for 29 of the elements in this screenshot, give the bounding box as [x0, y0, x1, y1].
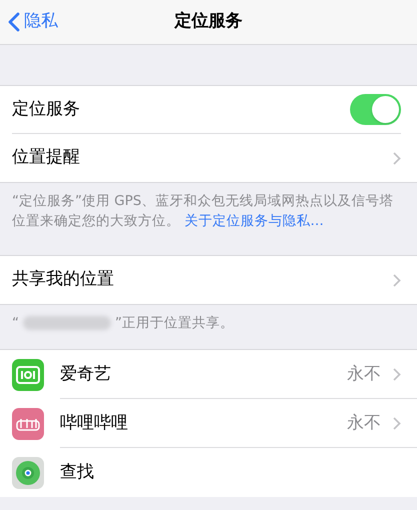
permission-value: 永不 — [347, 362, 381, 386]
toggle-switch[interactable] — [350, 94, 401, 125]
settings-row[interactable]: 定位服务 — [0, 86, 417, 134]
app-name: 查找 — [60, 461, 95, 484]
row-label: 共享我的位置 — [12, 268, 115, 292]
app-row[interactable]: 哔哩哔哩 永不 — [0, 399, 417, 448]
page-title: 定位服务 — [174, 10, 242, 34]
chevron-icon — [393, 274, 401, 286]
app-row[interactable]: 爱奇艺 永不 — [0, 350, 417, 400]
back-button[interactable]: 隐私 — [0, 9, 58, 35]
settings-row[interactable]: 共享我的位置 — [0, 256, 417, 304]
chevron-icon — [393, 416, 401, 430]
back-chevron-icon — [8, 12, 20, 32]
privacy-link[interactable]: 关于定位服务与隐私… — [184, 213, 324, 229]
sharing-note: ”正用于位置共享。 — [115, 314, 234, 333]
app-row[interactable]: 查找 — [0, 448, 417, 498]
row-label: 定位服务 — [12, 98, 81, 121]
footer-text: “定位服务”使用 GPS、蓝牙和众包无线局域网热点以及信号塔位置来确定您的大致方位。 关于定位服务与隐私… — [12, 192, 394, 231]
row-label: 位置提醒 — [12, 146, 81, 170]
app-name: 爱奇艺 — [60, 362, 112, 386]
app-icon — [12, 456, 44, 489]
quote-mark: “ — [12, 314, 19, 333]
chevron-icon — [393, 152, 401, 164]
chevron-icon — [393, 368, 401, 381]
app-icon — [12, 358, 44, 391]
app-name: 哔哩哔哩 — [60, 412, 129, 434]
permission-value: 永不 — [347, 412, 381, 434]
settings-row[interactable]: 位置提醒 — [0, 134, 417, 182]
app-icon — [12, 408, 44, 440]
